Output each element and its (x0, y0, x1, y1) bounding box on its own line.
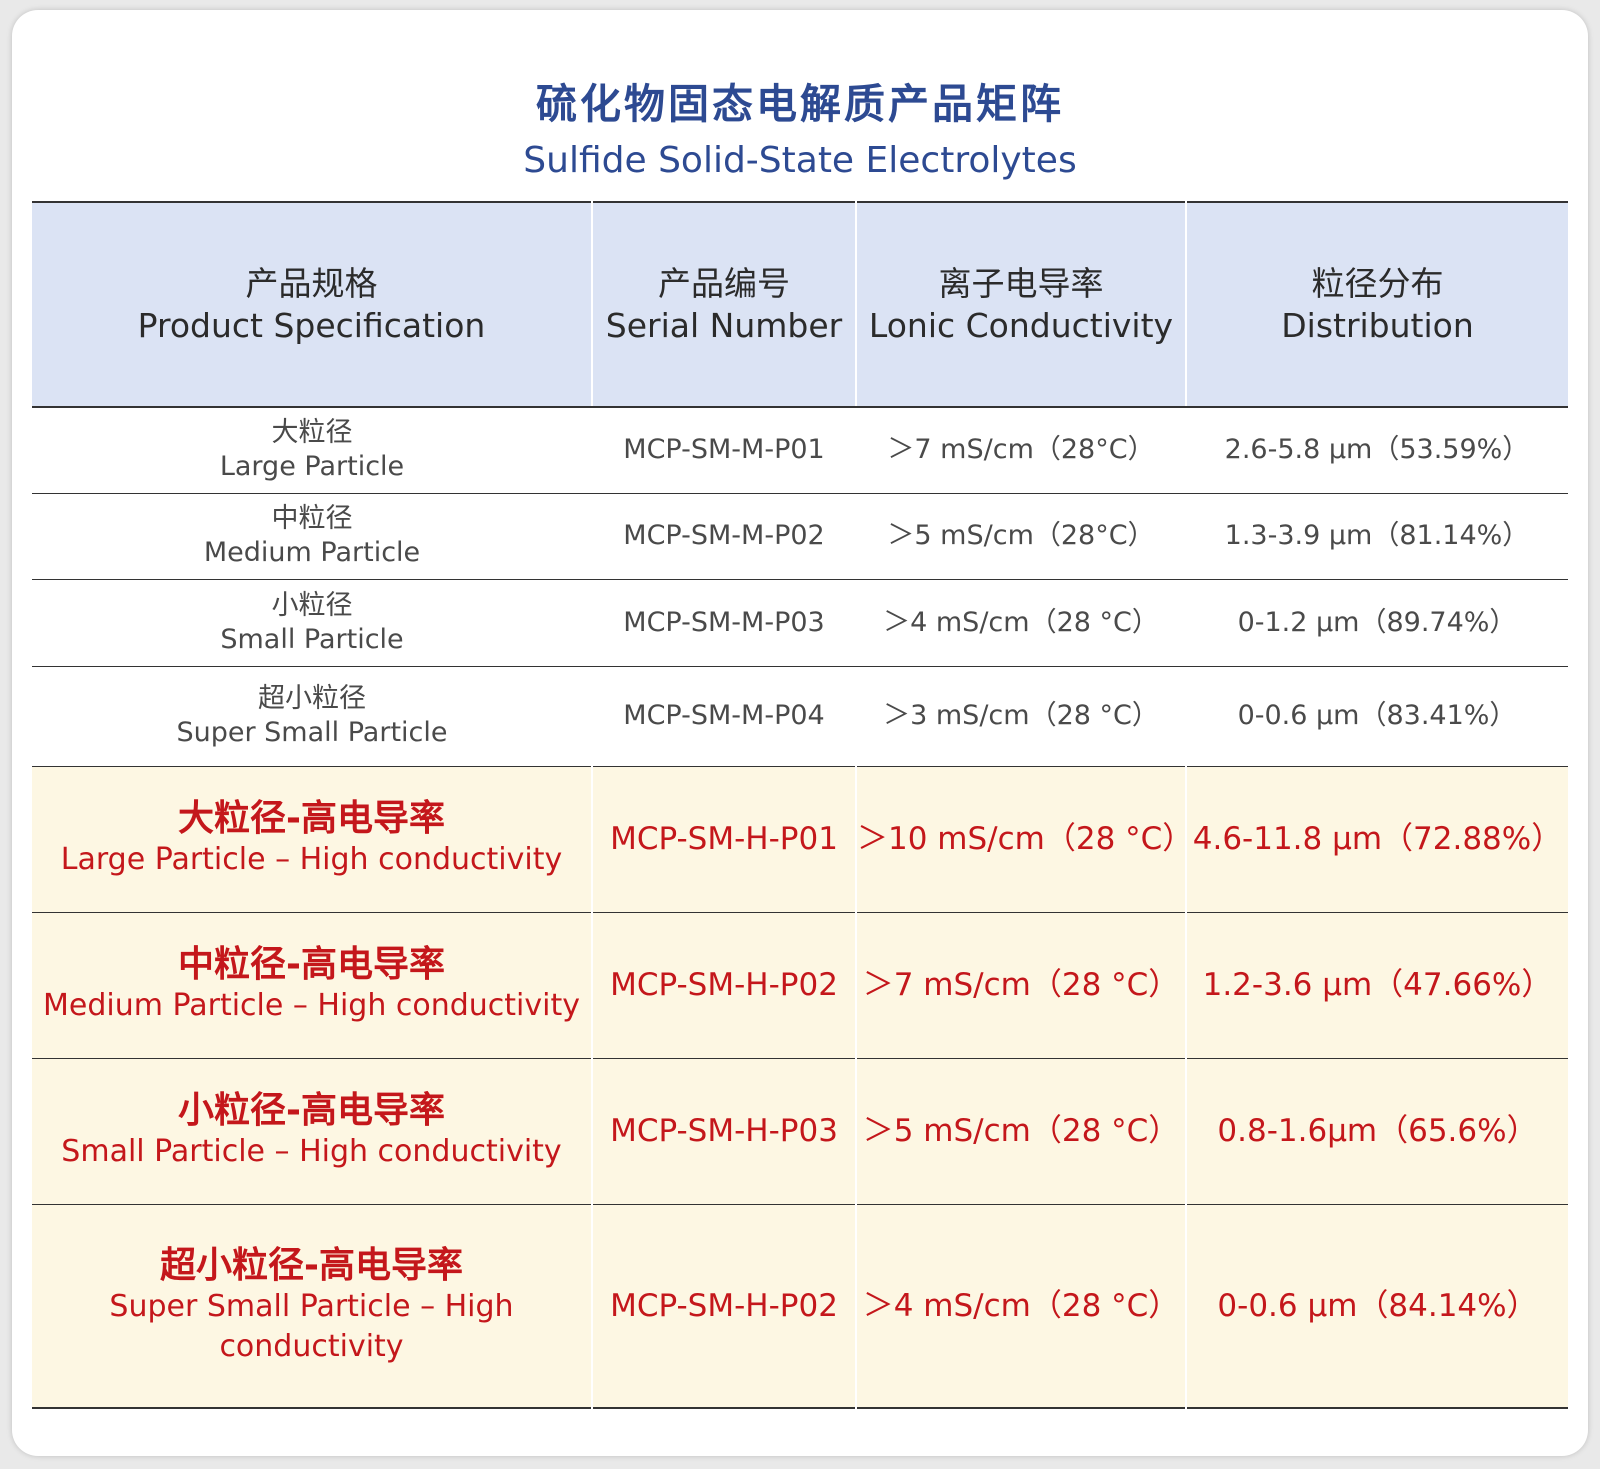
spec-zh: 中粒径-高电导率 (178, 944, 445, 985)
spec-en: Large Particle (219, 451, 405, 483)
spec-zh: 大粒径-高电导率 (178, 798, 445, 839)
header-label-zh: 产品规格 (245, 263, 378, 303)
table-row: 超小粒径 Super Small Particle MCP-SM-M-P04 ＞… (32, 665, 1568, 766)
distribution-cell: 1.2-3.6 μm（47.66%） (1185, 911, 1568, 1058)
spec-en: Super Small Particle (176, 717, 448, 748)
table-row-highlight: 小粒径-高电导率 Small Particle – High conductiv… (32, 1057, 1568, 1204)
product-table: 产品规格 Product Specification 产品编号 Serial N… (32, 201, 1568, 1409)
product-spec-cell: 中粒径 Medium Particle (32, 492, 592, 579)
product-spec-cell: 超小粒径 Super Small Particle (32, 665, 592, 766)
table-row: 大粒径 Large Particle MCP-SM-M-P01 ＞7 mS/cm… (32, 407, 1568, 493)
distribution-cell: 0-0.6 μm（83.41%） (1186, 665, 1568, 766)
product-spec-cell: 大粒径-高电导率 Large Particle – High conductiv… (32, 765, 592, 912)
header-ionic-conductivity: 离子电导率 Lonic Conductivity (855, 202, 1186, 408)
serial-number-cell: MCP-SM-H-P02 (591, 1203, 856, 1408)
serial-number-cell: MCP-SM-M-P02 (592, 492, 856, 579)
serial-number-cell: MCP-SM-H-P01 (591, 765, 856, 912)
conductivity-cell: ＞5 mS/cm（28 °C） (855, 1057, 1186, 1204)
conductivity-cell: ＞7 mS/cm（28°C） (887, 434, 1155, 466)
header-label-en: Product Specification (137, 305, 486, 345)
spec-en: Small Particle – High conductivity (61, 1134, 562, 1169)
serial-number-cell: MCP-SM-M-P01 (623, 434, 825, 466)
page-title-en: Sulfide Solid-State Electrolytes (523, 140, 1077, 181)
conductivity-cell: ＞10 mS/cm（28 °C） (855, 765, 1193, 912)
product-spec-cell: 大粒径 Large Particle (32, 407, 592, 493)
serial-number-cell: MCP-SM-M-P04 (592, 665, 856, 766)
table-row-highlight: 大粒径-高电导率 Large Particle – High conductiv… (32, 765, 1568, 912)
spec-zh: 超小粒径 (258, 683, 366, 714)
table-row-highlight: 超小粒径-高电导率 Super Small Particle – High co… (32, 1203, 1568, 1408)
header-label-en: Serial Number (605, 305, 843, 345)
page-title-zh: 硫化物固态电解质产品矩阵 (536, 80, 1064, 128)
spec-en: Super Small Particle – High conductivity (109, 1288, 514, 1364)
table-row-highlight: 中粒径-高电导率 Medium Particle – High conducti… (32, 911, 1568, 1058)
product-spec-cell: 超小粒径-高电导率 Super Small Particle – High co… (32, 1203, 592, 1408)
header-distribution: 粒径分布 Distribution (1185, 202, 1568, 408)
conductivity-cell: ＞4 mS/cm（28 °C） (856, 578, 1186, 666)
header-serial-number: 产品编号 Serial Number (591, 202, 856, 408)
serial-number-cell: MCP-SM-M-P03 (592, 578, 856, 666)
distribution-cell: 0.8-1.6μm（65.6%） (1185, 1057, 1568, 1204)
spec-en: Large Particle – High conductivity (60, 842, 563, 877)
distribution-cell: 2.6-5.8 μm（53.59%） (1224, 434, 1530, 466)
header-label-en: Distribution (1281, 305, 1474, 345)
distribution-cell: 4.6-11.8 μm（72.88%） (1185, 765, 1568, 912)
distribution-cell: 0-0.6 μm（84.14%） (1185, 1203, 1568, 1408)
conductivity-cell: ＞4 mS/cm（28 °C） (855, 1203, 1186, 1408)
spec-en: Medium Particle (203, 537, 421, 568)
spec-zh: 超小粒径-高电导率 (160, 1244, 463, 1286)
product-spec-cell: 小粒径 Small Particle (32, 578, 592, 666)
spec-en: Medium Particle – High conductivity (42, 988, 580, 1023)
header-label-zh: 产品编号 (658, 263, 790, 303)
header-label-zh: 粒径分布 (1311, 263, 1444, 303)
table-row: 中粒径 Medium Particle MCP-SM-M-P02 ＞5 mS/c… (32, 492, 1568, 579)
header-label-zh: 离子电导率 (938, 263, 1104, 303)
header-row: 产品规格 Product Specification 产品编号 Serial N… (32, 202, 1568, 408)
product-spec-cell: 小粒径-高电导率 Small Particle – High conductiv… (32, 1057, 592, 1204)
serial-number-cell: MCP-SM-H-P03 (591, 1057, 856, 1204)
conductivity-cell: ＞5 mS/cm（28°C） (856, 492, 1186, 579)
header-label-en: Lonic Conductivity (868, 305, 1174, 345)
spec-zh: 大粒径 (271, 417, 353, 449)
table-row: 小粒径 Small Particle MCP-SM-M-P03 ＞4 mS/cm… (32, 578, 1568, 666)
spec-zh: 中粒径 (271, 503, 353, 534)
serial-number-cell: MCP-SM-H-P02 (591, 911, 856, 1058)
conductivity-cell: ＞3 mS/cm（28 °C） (856, 665, 1186, 766)
spec-zh: 小粒径 (271, 589, 353, 621)
product-spec-cell: 中粒径-高电导率 Medium Particle – High conducti… (32, 911, 592, 1058)
spec-en: Small Particle (220, 623, 404, 655)
conductivity-cell: ＞7 mS/cm（28 °C） (855, 911, 1186, 1058)
spec-zh: 小粒径-高电导率 (178, 1090, 445, 1131)
header-product-specification: 产品规格 Product Specification (32, 202, 592, 408)
distribution-cell: 0-1.2 μm（89.74%） (1186, 578, 1568, 666)
distribution-cell: 1.3-3.9 μm（81.14%） (1186, 492, 1568, 579)
